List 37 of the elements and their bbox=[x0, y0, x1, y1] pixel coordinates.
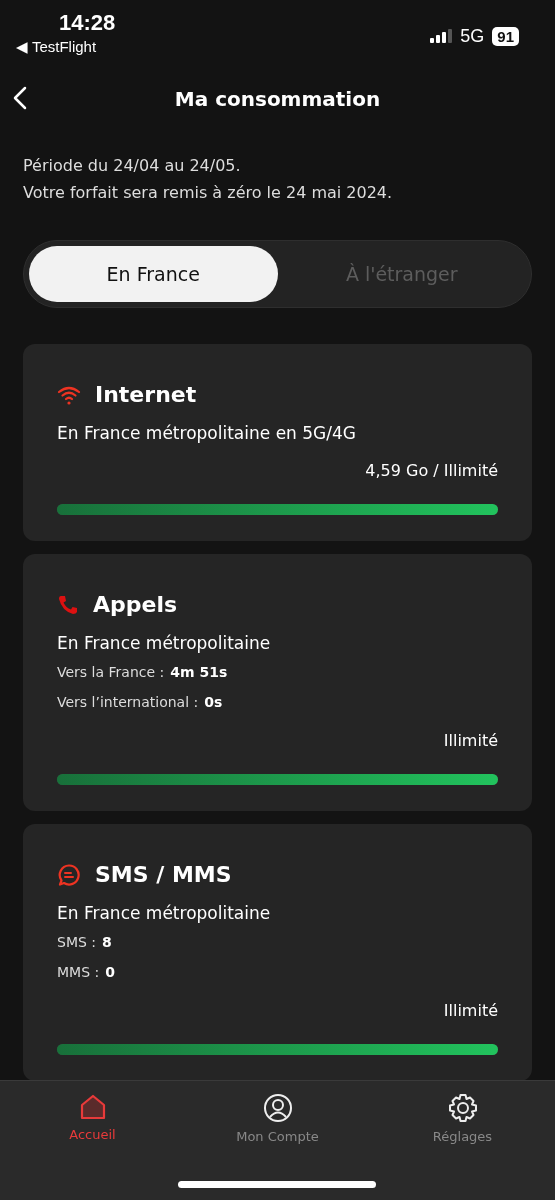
card-subtitle: En France métropolitaine bbox=[57, 903, 272, 923]
battery-level: 91 bbox=[492, 26, 519, 46]
usage-text: 4,59 Go / Illimité bbox=[364, 461, 498, 480]
usage-text: Illimité bbox=[442, 731, 498, 750]
usage-text: Illimité bbox=[442, 1001, 498, 1020]
settings-icon bbox=[447, 1093, 478, 1123]
tab-bar-item[interactable]: Mon Compte bbox=[207, 1093, 348, 1144]
segment-tab[interactable]: À l'étranger bbox=[277, 246, 526, 302]
tab-bar-item[interactable]: Accueil bbox=[22, 1093, 163, 1142]
detail-label: SMS : bbox=[57, 933, 97, 952]
back-icon[interactable] bbox=[13, 86, 27, 110]
detail-value: 0s bbox=[204, 693, 223, 712]
segment-tab[interactable]: En France bbox=[29, 246, 278, 302]
card-title: Internet bbox=[95, 382, 197, 407]
card-subtitle: En France métropolitaine en 5G/4G bbox=[57, 423, 357, 443]
detail-value: 8 bbox=[102, 933, 112, 952]
detail-label: MMS : bbox=[57, 963, 100, 982]
wifi-icon bbox=[57, 384, 81, 405]
period-text: Période du 24/04 au 24/05. bbox=[23, 155, 242, 177]
network-label: 5G bbox=[460, 25, 485, 47]
tab-bar-item[interactable]: Réglages bbox=[392, 1093, 533, 1144]
back-to-app-link[interactable]: ◀ TestFlight bbox=[16, 38, 97, 56]
card-title: Appels bbox=[93, 592, 178, 617]
period-text: Votre forfait sera remis à zéro le 24 mai 2024. bbox=[23, 182, 394, 204]
page-title: Ma consommation bbox=[174, 87, 381, 111]
signal-icon bbox=[430, 29, 453, 43]
detail-value: 0 bbox=[105, 963, 115, 982]
detail-label: Vers la France : bbox=[57, 663, 165, 682]
card-subtitle: En France métropolitaine bbox=[57, 633, 272, 653]
detail-label: Vers l’international : bbox=[57, 693, 199, 712]
card-title: SMS / MMS bbox=[95, 862, 232, 887]
status-time: 14:28 bbox=[59, 10, 116, 36]
message-icon bbox=[57, 862, 81, 887]
account-icon bbox=[262, 1093, 293, 1123]
phone-icon bbox=[57, 593, 79, 616]
detail-value: 4m 51s bbox=[170, 663, 228, 682]
home-icon bbox=[78, 1093, 107, 1121]
